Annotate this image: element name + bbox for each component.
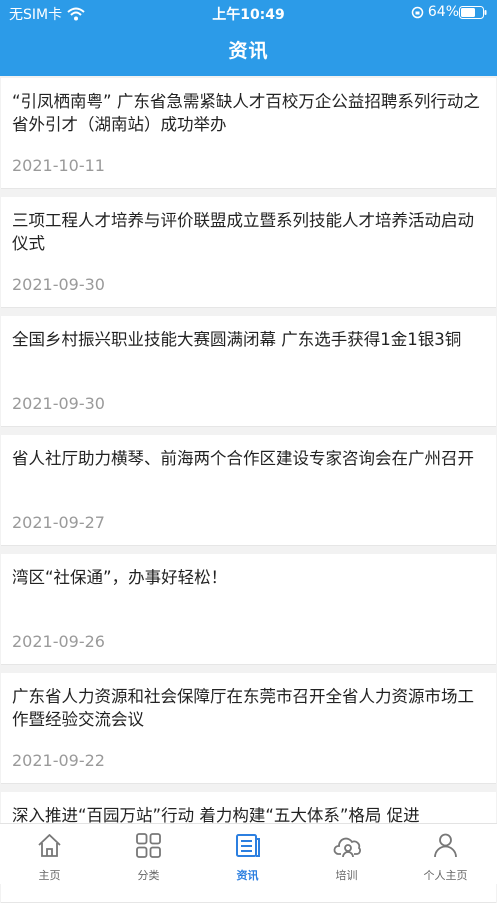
news-item[interactable]: 全国乡村振兴职业技能大赛圆满闭幕 广东选手获得1金1银3铜 2021-09-30 (1, 316, 496, 427)
tab-home[interactable]: 主页 (0, 824, 99, 884)
person-icon (434, 833, 457, 858)
battery-percent: 64% (427, 4, 459, 20)
news-title: 省人社厅助力横琴、前海两个合作区建设专家咨询会在广州召开 (12, 449, 474, 468)
news-date: 2021-10-11 (12, 156, 105, 175)
tab-profile[interactable]: 个人主页 (396, 824, 495, 884)
news-item[interactable]: 广东省人力资源和社会保障厅在东莞市召开全省人力资源市场工作暨经验交流会议 202… (1, 673, 496, 784)
news-title: 广东省人力资源和社会保障厅在东莞市召开全省人力资源市场工作暨经验交流会议 (12, 687, 474, 729)
news-item[interactable]: 湾区“社保通”，办事好轻松！ 2021-09-26 (1, 554, 496, 665)
news-icon (236, 834, 260, 857)
tab-label: 培训 (335, 869, 358, 882)
grid-icon (136, 833, 161, 858)
news-item[interactable]: 省人社厅助力横琴、前海两个合作区建设专家咨询会在广州召开 2021-09-27 (1, 435, 496, 546)
news-date: 2021-09-26 (12, 632, 105, 651)
bottom-tab-bar: 主页 分类 资讯 培训 个人主页 (0, 823, 497, 884)
tab-category[interactable]: 分类 (99, 824, 198, 884)
rotation-lock-icon (411, 6, 424, 18)
news-date: 2021-09-30 (12, 394, 105, 413)
news-item[interactable]: “引凤栖南粤” 广东省急需紧缺人才百校万企公益招聘系列行动之省外引才（湖南站）成… (1, 78, 496, 189)
tab-label: 个人主页 (423, 869, 468, 882)
cloud-person-icon (333, 837, 361, 858)
tab-label: 分类 (137, 869, 160, 882)
news-title: “引凤栖南粤” 广东省急需紧缺人才百校万企公益招聘系列行动之省外引才（湖南站）成… (12, 92, 480, 134)
news-date: 2021-09-27 (12, 513, 105, 532)
home-icon (38, 834, 61, 857)
tab-label: 资讯 (236, 869, 259, 882)
news-date: 2021-09-30 (12, 275, 105, 294)
news-title: 三项工程人才培养与评价联盟成立暨系列技能人才培养活动启动仪式 (12, 211, 474, 253)
tab-label: 主页 (38, 869, 61, 882)
news-date: 2021-09-22 (12, 751, 105, 770)
tab-news[interactable]: 资讯 (198, 824, 297, 884)
page-title: 资讯 (228, 40, 269, 62)
app-header: 无SIM卡 上午10:49 64% 资讯 (0, 0, 497, 76)
tab-training[interactable]: 培训 (297, 824, 396, 884)
status-bar: 无SIM卡 上午10:49 64% (0, 0, 497, 26)
news-title: 湾区“社保通”，办事好轻松！ (12, 568, 228, 587)
news-item[interactable]: 三项工程人才培养与评价联盟成立暨系列技能人才培养活动启动仪式 2021-09-3… (1, 197, 496, 308)
news-title: 全国乡村振兴职业技能大赛圆满闭幕 广东选手获得1金1银3铜 (12, 330, 462, 349)
battery-icon (459, 5, 487, 19)
